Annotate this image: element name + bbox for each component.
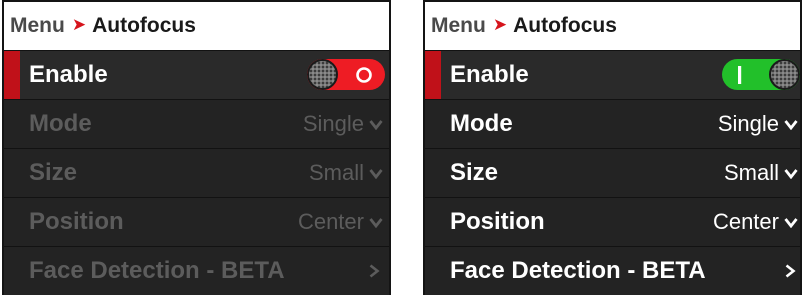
toggle-knob	[307, 59, 338, 90]
size-value-text: Small	[723, 160, 779, 185]
chevron-down-icon	[784, 119, 798, 130]
menu-row-enable[interactable]: Enable	[425, 50, 800, 99]
toggle-off-icon	[356, 67, 372, 83]
breadcrumb-separator-icon: ➤	[492, 15, 508, 34]
face-detection-label: Face Detection - BETA	[29, 257, 285, 284]
enable-toggle[interactable]	[307, 59, 385, 90]
position-label: Position	[450, 208, 545, 235]
menu-row-face-detection[interactable]: Face Detection - BETA	[425, 246, 800, 295]
enable-toggle[interactable]	[722, 59, 800, 90]
size-value[interactable]: Small	[724, 160, 798, 186]
position-value-text: Center	[297, 209, 364, 234]
position-value-text: Center	[712, 209, 779, 234]
autofocus-menu-panel-enabled: Menu ➤ Autofocus Enable Mode Single Size…	[423, 0, 802, 295]
menu-row-enable[interactable]: Enable	[4, 50, 389, 99]
toggle-on-icon	[738, 66, 742, 84]
breadcrumb-separator-icon: ➤	[71, 15, 87, 34]
chevron-down-icon	[784, 168, 798, 179]
menu-row-position[interactable]: Position Center	[4, 197, 389, 246]
menu-row-mode[interactable]: Mode Single	[425, 99, 800, 148]
chevron-down-icon	[369, 119, 383, 130]
position-value[interactable]: Center	[298, 209, 383, 235]
chevron-down-icon	[784, 217, 798, 228]
selection-indicator	[4, 51, 20, 99]
breadcrumb-current: Autofocus	[513, 14, 617, 37]
mode-value-text: Single	[717, 111, 779, 136]
selection-indicator	[425, 51, 441, 99]
chevron-down-icon	[369, 217, 383, 228]
mode-label: Mode	[29, 110, 92, 137]
size-label: Size	[29, 159, 78, 186]
size-value-text: Small	[308, 160, 364, 185]
chevron-down-icon	[369, 168, 383, 179]
mode-value[interactable]: Single	[718, 111, 798, 137]
chevron-right-icon	[369, 264, 380, 278]
position-label: Position	[29, 208, 124, 235]
menu-row-face-detection[interactable]: Face Detection - BETA	[4, 246, 389, 295]
autofocus-menu-panel-disabled: Menu ➤ Autofocus Enable Mode Single Size…	[2, 0, 391, 295]
breadcrumb: Menu ➤ Autofocus	[4, 2, 389, 50]
breadcrumb-current: Autofocus	[92, 14, 196, 37]
toggle-knob	[769, 59, 800, 90]
face-detection-label: Face Detection - BETA	[450, 257, 706, 284]
mode-value[interactable]: Single	[303, 111, 383, 137]
menu-row-size[interactable]: Size Small	[4, 148, 389, 197]
position-value[interactable]: Center	[713, 209, 798, 235]
menu-row-position[interactable]: Position Center	[425, 197, 800, 246]
chevron-right-icon	[785, 264, 796, 278]
menu-row-mode[interactable]: Mode Single	[4, 99, 389, 148]
size-label: Size	[450, 159, 499, 186]
breadcrumb-menu[interactable]: Menu	[431, 14, 486, 38]
breadcrumb: Menu ➤ Autofocus	[425, 2, 800, 50]
mode-value-text: Single	[302, 111, 364, 136]
breadcrumb-menu[interactable]: Menu	[10, 14, 65, 38]
menu-row-size[interactable]: Size Small	[425, 148, 800, 197]
size-value[interactable]: Small	[309, 160, 383, 186]
mode-label: Mode	[450, 110, 513, 137]
